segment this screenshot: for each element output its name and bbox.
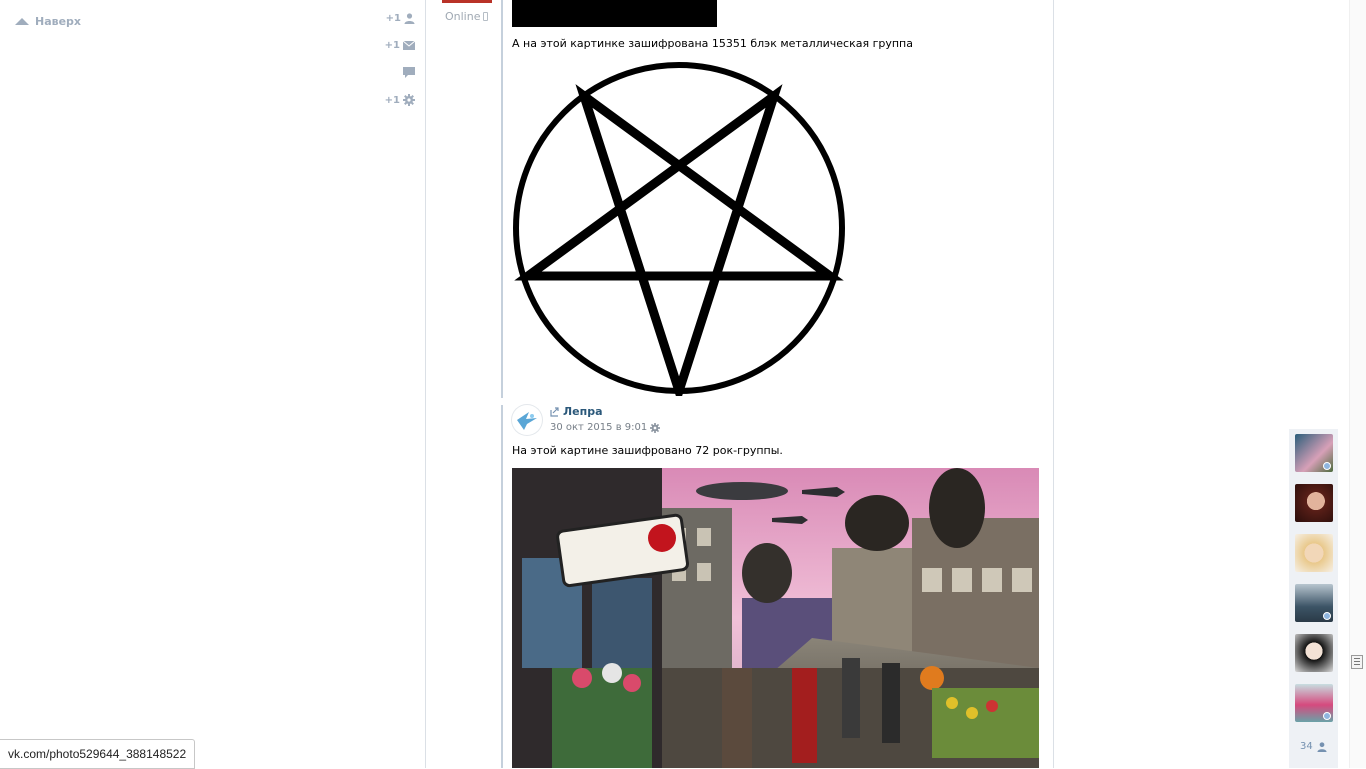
repost-header: Лепра	[550, 405, 603, 418]
repost-indent-line	[501, 405, 503, 768]
bird-logo-icon	[517, 412, 537, 430]
action-count: +1	[384, 94, 400, 106]
online-dot	[1323, 612, 1331, 620]
friends-count[interactable]: 34	[1300, 741, 1327, 752]
share-arrow-icon	[550, 406, 559, 417]
action-count: +1	[384, 40, 400, 51]
friend-avatar[interactable]	[1295, 484, 1333, 522]
arrow-up-icon	[15, 17, 29, 25]
add-friend-action[interactable]: +1	[386, 13, 415, 24]
page-scrollbar[interactable]	[1349, 0, 1366, 768]
friend-avatar[interactable]	[1295, 434, 1333, 472]
friend-avatar[interactable]	[1295, 634, 1333, 672]
repost-author-link[interactable]: Лепра	[563, 405, 603, 418]
repost-date-text: 30 окт 2015 в 9:01	[550, 422, 648, 433]
back-to-top-button[interactable]: Наверх	[15, 13, 81, 29]
online-dot	[1323, 712, 1331, 720]
rock-bands-collage-image[interactable]	[512, 468, 1039, 768]
gear-icon	[650, 422, 661, 433]
friend-avatar[interactable]	[1295, 534, 1333, 572]
repost-caption: На этой картине зашифровано 72 рок-групп…	[512, 444, 783, 457]
column-divider	[1053, 0, 1054, 768]
post-caption: А на этой картинке зашифрована 15351 блэ…	[512, 37, 913, 50]
person-icon	[404, 13, 415, 24]
reply-indent-line	[501, 0, 503, 398]
scrollbar-thumb[interactable]	[1351, 655, 1363, 669]
lepra-avatar[interactable]	[512, 405, 542, 435]
online-label: Online	[445, 10, 481, 23]
envelope-icon	[403, 41, 415, 50]
comment-icon	[403, 67, 415, 78]
settings-action[interactable]: +1	[385, 94, 415, 106]
back-to-top-label: Наверх	[35, 14, 82, 28]
status-url: vk.com/photo529644_388148522	[8, 747, 187, 761]
author-avatar[interactable]	[442, 0, 492, 3]
left-column: Наверх +1 +1 +1	[0, 0, 425, 768]
friends-count-text: 34	[1300, 741, 1313, 752]
message-action[interactable]: +1	[385, 40, 415, 51]
repost-date[interactable]: 30 окт 2015 в 9:01	[550, 422, 661, 433]
person-icon	[1317, 741, 1327, 752]
online-dot	[1323, 462, 1331, 470]
browser-status-bar: vk.com/photo529644_388148522	[0, 739, 196, 769]
comment-action[interactable]	[400, 67, 415, 78]
pentagram-image[interactable]	[512, 60, 846, 396]
online-status: Online	[445, 10, 489, 23]
gear-icon	[403, 94, 415, 106]
mobile-icon	[483, 12, 489, 21]
action-count: +1	[385, 13, 401, 24]
friend-avatar[interactable]	[1295, 584, 1333, 622]
post-image-top[interactable]	[512, 0, 717, 27]
column-divider	[425, 0, 426, 768]
friend-avatar[interactable]	[1295, 684, 1333, 722]
